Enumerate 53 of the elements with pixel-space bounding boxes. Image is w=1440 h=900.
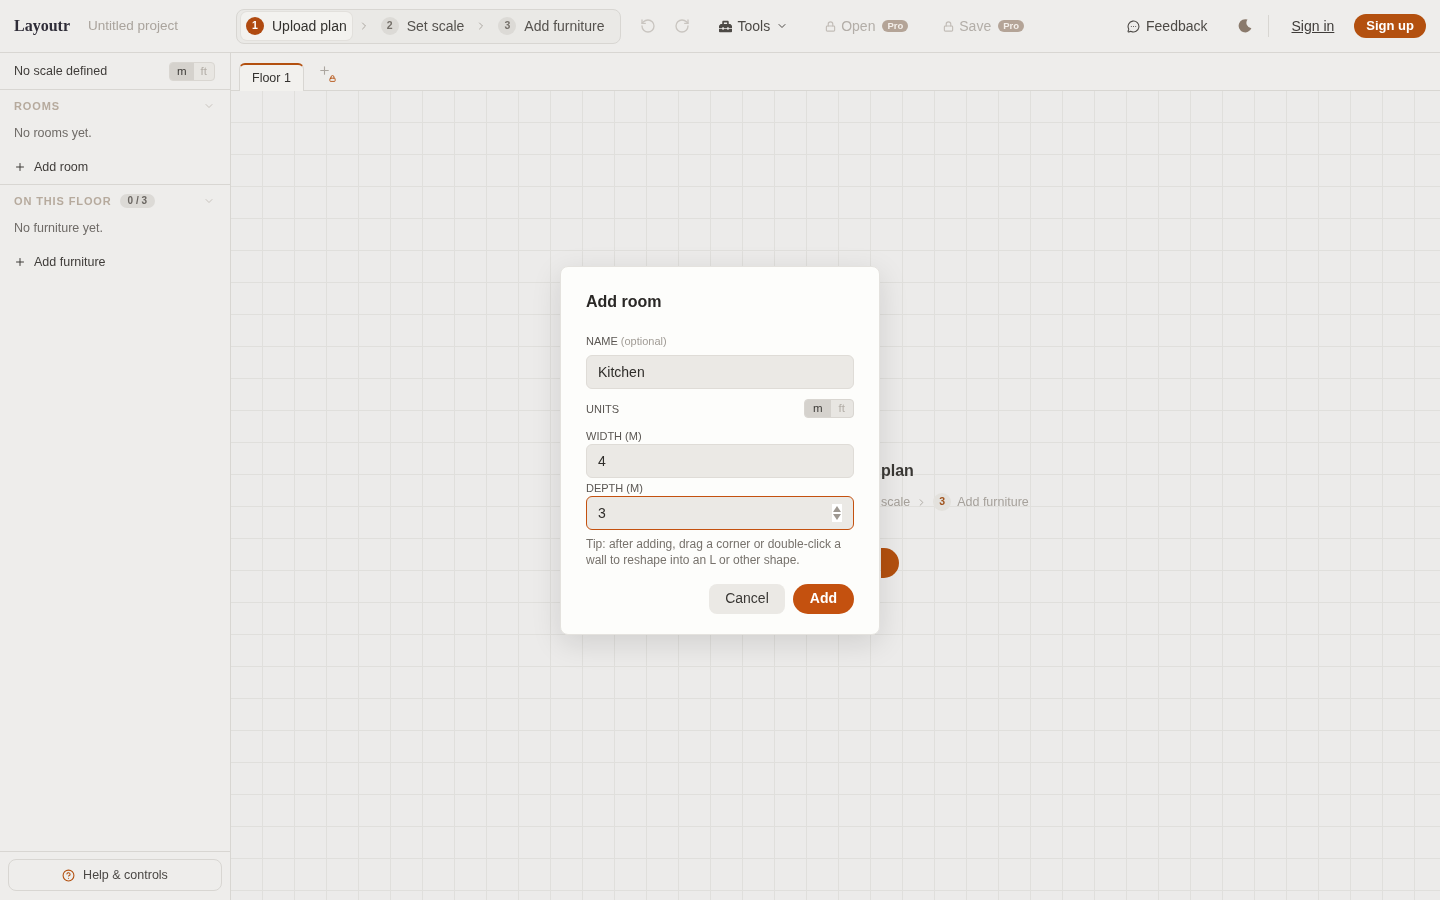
lock-icon: [943, 20, 955, 32]
step-number-badge: 1: [246, 17, 264, 35]
step-tab[interactable]: 3 Add furniture: [493, 12, 610, 40]
field-label: UNITS: [586, 401, 619, 416]
sign-up-button[interactable]: Sign up: [1354, 14, 1426, 38]
spinner-icon[interactable]: [832, 503, 842, 522]
field-label: DEPTH (M): [586, 480, 644, 495]
empty-text: No rooms yet.: [14, 124, 92, 142]
count-badge: 0 / 3: [119, 194, 156, 208]
plus-icon: [14, 161, 26, 173]
add-button[interactable]: Add furniture: [14, 252, 106, 272]
unit-option[interactable]: m: [805, 400, 831, 417]
step-tab[interactable]: 1 Upload plan: [241, 12, 352, 40]
dialog-title: Add room: [586, 291, 663, 312]
empty-state-title: plan: [881, 461, 914, 481]
step-number-badge: 3: [498, 17, 517, 35]
unit-option[interactable]: m: [170, 62, 194, 80]
plus-icon: [317, 64, 331, 77]
action-button[interactable]: [881, 548, 899, 578]
field-label: NAME (optional): [586, 333, 668, 348]
plus-icon: [14, 256, 26, 268]
toolbox-icon: [718, 19, 732, 33]
step-tab[interactable]: 2 Set scale: [375, 12, 470, 40]
step-number-badge: 3: [933, 493, 952, 511]
add-floor-button[interactable]: [317, 64, 336, 82]
pro-badge: Pro: [998, 20, 1025, 32]
help-button[interactable]: Help & controls: [8, 859, 222, 891]
floor-tab[interactable]: Floor 1: [239, 63, 304, 91]
tip-text: Tip: after adding, drag a corner or double-click a wall to reshape into an L or other shape.: [586, 535, 843, 568]
text-input[interactable]: Kitchen: [586, 354, 854, 389]
step-label: Add furniture: [957, 493, 1029, 511]
app-logo: Layoutr: [14, 16, 70, 37]
add-button[interactable]: Add room: [14, 157, 89, 177]
empty-text: No furniture yet.: [14, 219, 103, 237]
add-button[interactable]: Add: [792, 583, 854, 614]
sign-in-link[interactable]: Sign in: [1291, 15, 1335, 37]
section-title: ON THIS FLOOR: [14, 193, 112, 209]
number-input[interactable]: 4: [586, 443, 854, 478]
step-number-badge: 2: [380, 17, 399, 35]
section-title: ROOMS: [14, 98, 60, 114]
step-label: scale: [881, 493, 911, 511]
cancel-button[interactable]: Cancel: [709, 583, 785, 614]
scale-status: No scale defined: [14, 62, 108, 80]
field-label: WIDTH (M): [586, 428, 643, 443]
number-input[interactable]: 3: [586, 495, 854, 530]
feedback-button[interactable]: Feedback: [1127, 15, 1208, 37]
lock-icon: [825, 20, 837, 32]
pro-badge: Pro: [882, 20, 909, 32]
tools-menu-button[interactable]: Tools: [718, 15, 789, 37]
moon-icon[interactable]: [1237, 19, 1252, 33]
project-name: Untitled project: [88, 16, 179, 35]
speech-bubble-icon: [1127, 19, 1141, 33]
help-icon: [62, 868, 76, 882]
